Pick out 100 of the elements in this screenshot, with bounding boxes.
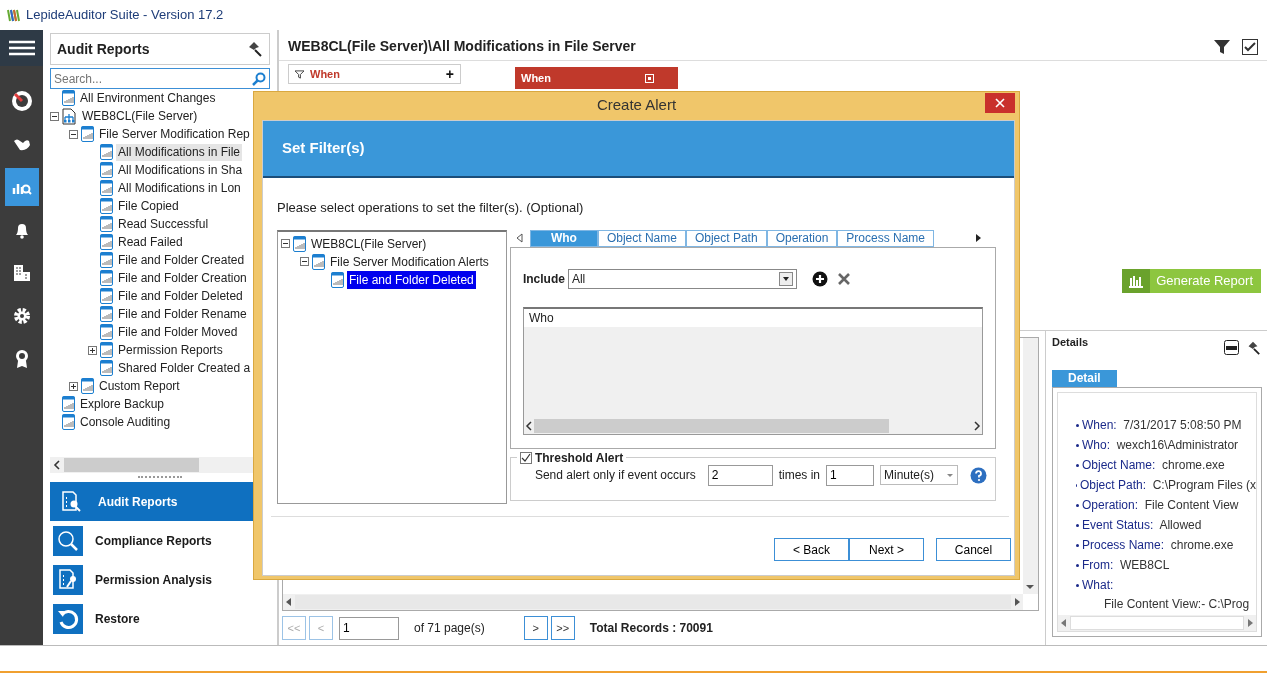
step-header: Set Filter(s) xyxy=(282,138,365,159)
app-logo-icon xyxy=(6,8,20,22)
filter-tab[interactable]: Process Name xyxy=(837,229,935,247)
bell-icon[interactable] xyxy=(13,221,31,239)
include-label: Include xyxy=(522,270,565,288)
tree-item[interactable]: Read Successful xyxy=(116,215,211,233)
scrollbar-thumb[interactable] xyxy=(295,595,1011,609)
minimize-icon[interactable] xyxy=(1224,340,1239,355)
threshold-label: Threshold Alert xyxy=(534,450,624,465)
add-icon[interactable]: + xyxy=(445,63,454,85)
report-icon xyxy=(62,90,75,106)
tree-item[interactable]: File and Folder Created xyxy=(116,251,247,269)
scroll-left-icon[interactable] xyxy=(523,420,534,431)
tree-item[interactable]: Shared Folder Created a xyxy=(116,359,253,377)
period-field[interactable]: 1 xyxy=(826,464,874,486)
nav-item[interactable]: Permission Analysis xyxy=(50,560,270,599)
scrollbar-thumb[interactable] xyxy=(533,418,889,433)
page-count: of 71 page(s) xyxy=(414,620,485,637)
expand-icon[interactable] xyxy=(69,381,78,391)
collapse-icon[interactable] xyxy=(50,111,59,121)
menu-icon[interactable] xyxy=(8,40,35,56)
tree-item[interactable]: All Modifications in Lon xyxy=(116,179,243,197)
detail-field: What: xyxy=(1082,576,1114,594)
radar-icon[interactable] xyxy=(11,90,33,112)
tree-item[interactable]: File Copied xyxy=(116,197,181,215)
search-icon xyxy=(56,528,80,553)
include-select[interactable]: All xyxy=(567,268,797,289)
scrollbar-thumb[interactable] xyxy=(1070,616,1244,630)
tree-item[interactable]: All Modifications in File xyxy=(116,143,243,161)
filter-icon[interactable] xyxy=(1214,38,1230,55)
tree-item[interactable]: File and Folder Rename xyxy=(116,305,249,323)
instruction-text: Please select operations to set the filter(s). (Optional) xyxy=(277,199,585,217)
scrollbar-thumb[interactable] xyxy=(64,458,199,472)
grid-icon[interactable] xyxy=(645,73,654,83)
close-icon xyxy=(995,98,1005,108)
tree-item[interactable]: Explore Backup xyxy=(78,395,167,413)
remove-icon[interactable] xyxy=(836,271,851,286)
tree-item[interactable]: File and Folder Creation xyxy=(116,269,249,287)
detail-field: When: 7/31/2017 5:08:50 PM xyxy=(1082,416,1242,434)
collapse-icon[interactable] xyxy=(69,129,78,139)
nav-item[interactable]: Restore xyxy=(50,599,270,638)
scroll-right-icon[interactable] xyxy=(974,233,982,243)
tree-item[interactable]: File Server Modification Alerts xyxy=(328,252,491,271)
filter-tab[interactable]: Operation xyxy=(766,229,838,247)
report-icon xyxy=(100,144,113,160)
filter-tab[interactable]: Object Name xyxy=(597,229,686,247)
report-icon xyxy=(100,216,113,232)
tree-item[interactable]: File and Folder Moved xyxy=(116,323,240,341)
tree-item[interactable]: Read Failed xyxy=(116,233,185,251)
nav-item[interactable]: Compliance Reports xyxy=(50,521,270,560)
back-button[interactable]: < Back xyxy=(774,538,849,561)
tree-item[interactable]: Console Auditing xyxy=(78,413,173,431)
add-icon[interactable] xyxy=(811,270,828,287)
tree-item[interactable]: WEB8CL(File Server) xyxy=(309,234,429,253)
next-button[interactable]: Next > xyxy=(849,538,924,561)
last-page-button[interactable]: >> xyxy=(550,616,575,640)
server-document-icon xyxy=(62,107,77,125)
close-button[interactable] xyxy=(985,93,1015,113)
report-icon xyxy=(81,126,94,142)
total-records: Total Records : 70091 xyxy=(589,620,713,637)
tree-item[interactable]: File and Folder Deleted xyxy=(116,287,245,305)
scroll-right-icon[interactable] xyxy=(972,420,982,431)
report-icon xyxy=(100,234,113,250)
threshold-checkbox[interactable] xyxy=(519,451,532,464)
filter-chip[interactable]: When + xyxy=(288,64,461,84)
tree-item[interactable]: Custom Report xyxy=(97,377,182,395)
settings-icon[interactable] xyxy=(13,307,31,325)
collapse-icon[interactable] xyxy=(300,257,309,266)
scroll-left-icon[interactable] xyxy=(515,233,524,243)
building-icon[interactable] xyxy=(13,264,31,282)
tree-item[interactable]: WEB8CL(File Server) xyxy=(80,107,200,125)
report-icon xyxy=(312,253,325,270)
unit-select[interactable]: Minute(s) xyxy=(880,465,958,485)
report-icon xyxy=(331,271,344,288)
award-icon[interactable] xyxy=(14,349,30,369)
search-field[interactable]: Search... xyxy=(50,68,270,89)
checkbox-icon[interactable] xyxy=(1242,38,1258,55)
detail-field: Who: wexch16\Administrator xyxy=(1082,436,1239,454)
expand-icon[interactable] xyxy=(88,345,97,355)
help-icon[interactable] xyxy=(970,466,987,484)
detail-field: From: WEB8CL xyxy=(1082,556,1170,574)
tree-item[interactable]: All Environment Changes xyxy=(78,89,218,107)
count-field[interactable]: 2 xyxy=(707,464,773,486)
page-field[interactable]: 1 xyxy=(339,616,399,640)
report-icon xyxy=(100,180,113,196)
tree-item[interactable]: File Server Modification Rep xyxy=(97,125,252,143)
hand-icon[interactable] xyxy=(13,137,31,151)
tree-item[interactable]: File and Folder Deleted xyxy=(347,270,476,289)
collapse-icon[interactable] xyxy=(281,239,290,248)
cancel-button[interactable]: Cancel xyxy=(936,538,1011,561)
tree-item[interactable]: Permission Reports xyxy=(116,341,225,359)
report-title: WEB8CL(File Server)\All Modifications in File Server xyxy=(288,37,636,56)
next-page-button[interactable]: > xyxy=(523,616,548,640)
filter-tab[interactable]: Object Path xyxy=(685,229,767,247)
tree-item[interactable]: All Modifications in Sha xyxy=(116,161,245,179)
times-in-label: times in xyxy=(778,467,820,484)
report-icon xyxy=(100,306,113,322)
detail-field: Operation: File Content View xyxy=(1082,496,1239,514)
when-block[interactable]: When xyxy=(515,67,678,89)
report-icon xyxy=(100,360,113,376)
